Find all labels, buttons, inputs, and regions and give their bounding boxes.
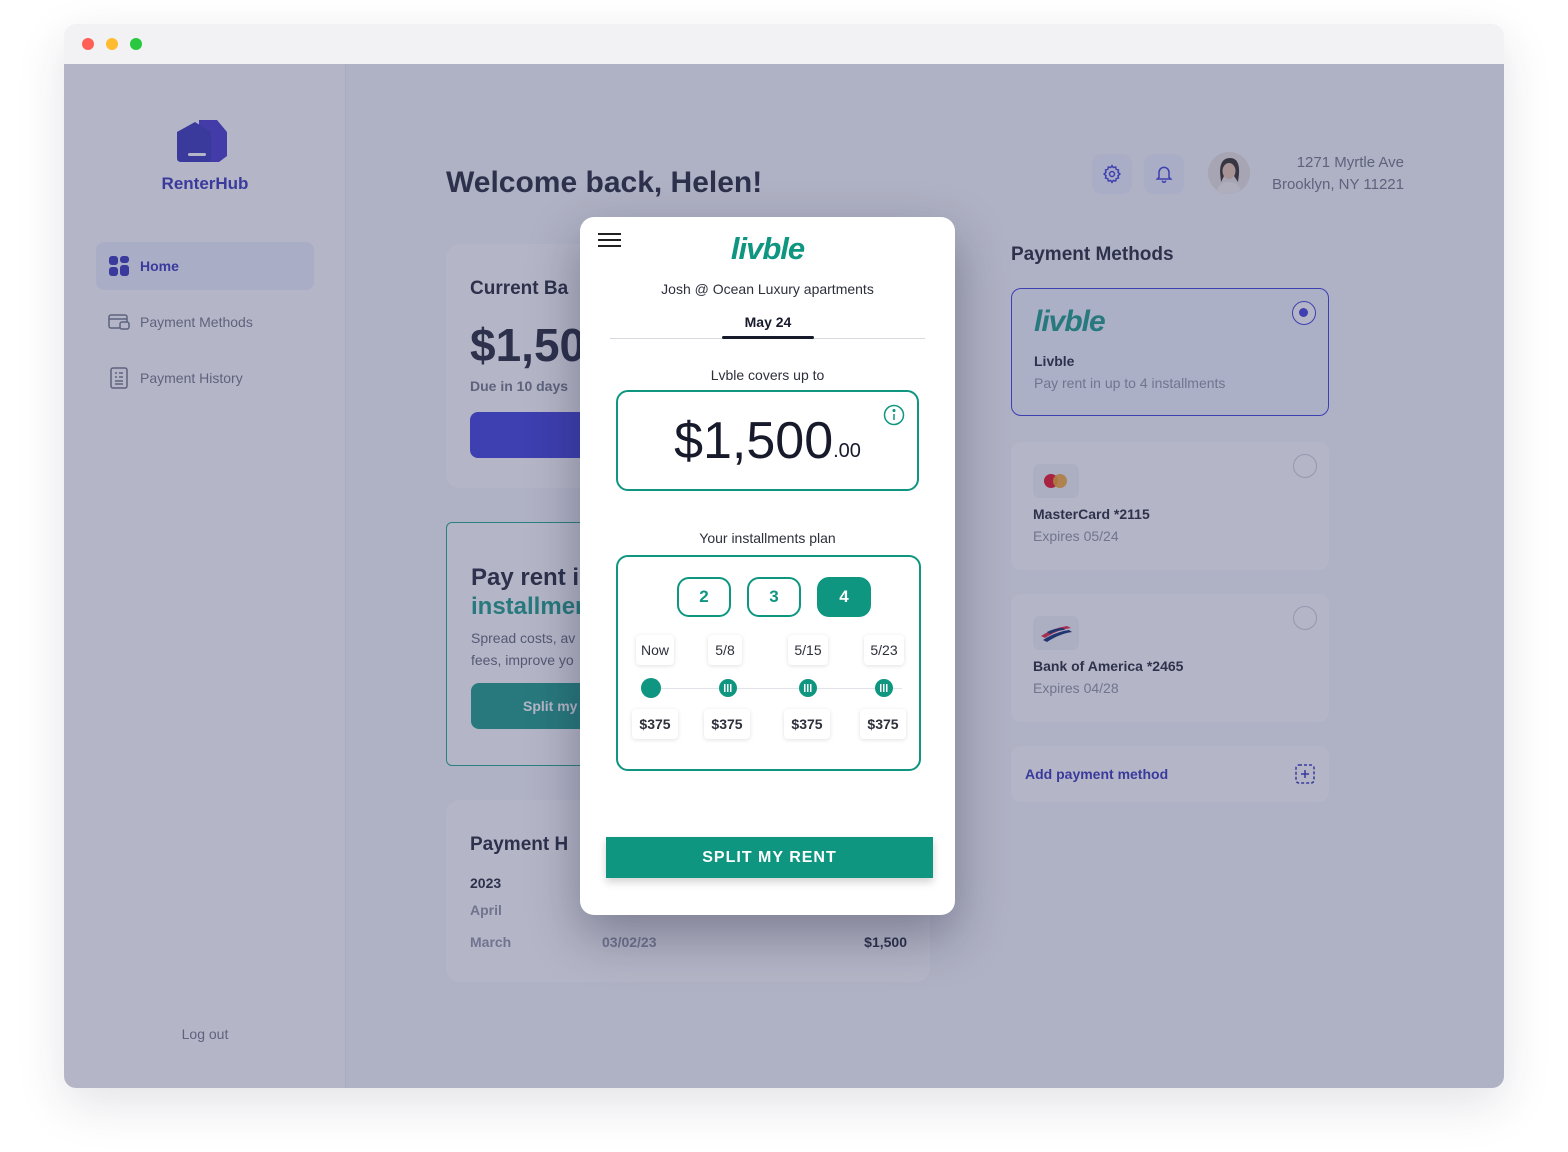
- timeline-dot-now: [641, 678, 661, 698]
- schedule-date: Now: [636, 635, 674, 665]
- option-4-installments[interactable]: 4: [817, 577, 871, 617]
- timeline-dot: [799, 679, 817, 697]
- schedule-date: 5/15: [788, 635, 828, 665]
- livble-logo: livble: [730, 231, 805, 266]
- schedule-amount: $375: [860, 709, 906, 739]
- option-3-installments[interactable]: 3: [747, 577, 801, 617]
- app-window: RenterHub Home Payment Methods Payment H…: [64, 24, 1504, 1088]
- installments-plan-box: 2 3 4 Now 5/8 5/15 5/23 $375 $375 $375 $…: [616, 555, 921, 771]
- schedule-amount: $375: [704, 709, 750, 739]
- plan-label: Your installments plan: [699, 530, 836, 546]
- timeline-line: [652, 688, 902, 689]
- info-icon[interactable]: [883, 404, 905, 426]
- tab-may-24[interactable]: May 24: [722, 314, 814, 330]
- maximize-window-button[interactable]: [130, 38, 142, 50]
- amount-cents: .00: [833, 440, 861, 462]
- title-bar: [64, 24, 1504, 64]
- split-my-rent-button[interactable]: SPLIT MY RENT: [606, 837, 933, 878]
- tab-indicator: [722, 336, 814, 339]
- landlord-subtitle: Josh @ Ocean Luxury apartments: [661, 281, 874, 297]
- covers-label: Lvble covers up to: [710, 367, 825, 383]
- app-content: RenterHub Home Payment Methods Payment H…: [64, 64, 1504, 1088]
- timeline-dot: [719, 679, 737, 697]
- schedule-amount: $375: [632, 709, 678, 739]
- covered-amount-box: $1,500 .00: [616, 390, 919, 491]
- option-2-installments[interactable]: 2: [677, 577, 731, 617]
- livble-modal: livble Josh @ Ocean Luxury apartments Ma…: [580, 217, 955, 915]
- timeline-dot: [875, 679, 893, 697]
- close-window-button[interactable]: [82, 38, 94, 50]
- schedule-date: 5/23: [864, 635, 904, 665]
- minimize-window-button[interactable]: [106, 38, 118, 50]
- amount-main: $1,500: [674, 411, 834, 470]
- schedule-date: 5/8: [708, 635, 742, 665]
- schedule-amount: $375: [784, 709, 830, 739]
